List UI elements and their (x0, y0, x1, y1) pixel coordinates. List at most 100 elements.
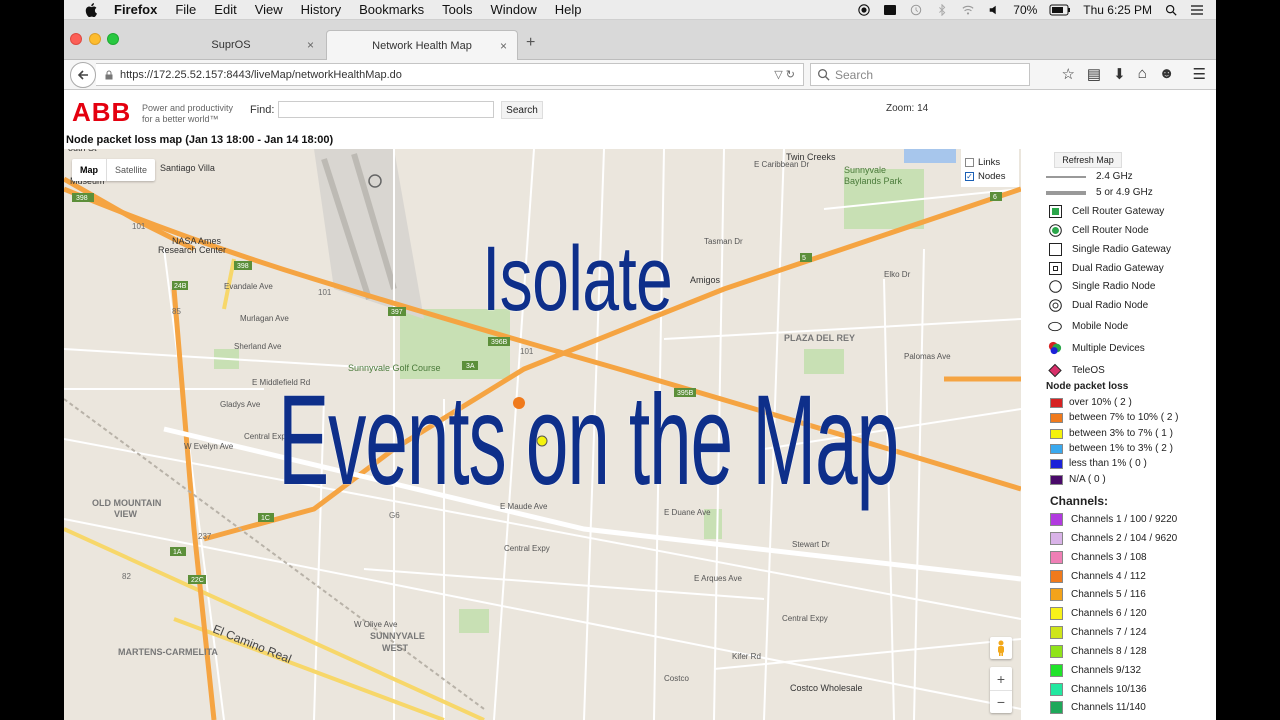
thin-link-line (1046, 175, 1086, 178)
svg-text:1A: 1A (173, 549, 182, 556)
wifi-icon[interactable] (961, 4, 975, 16)
network-map[interactable]: 398 398 397 396B 3A 395B 24B 1C 1A 22C 5… (64, 149, 1021, 720)
volume-icon[interactable] (987, 4, 1001, 16)
display-icon[interactable] (883, 4, 897, 16)
svg-text:398: 398 (237, 263, 249, 270)
find-input[interactable] (278, 101, 494, 118)
channel-row: Channels 5 / 116 (1026, 588, 1146, 601)
zoom-window-button[interactable] (107, 33, 119, 45)
svg-text:82: 82 (122, 572, 131, 581)
minimize-window-button[interactable] (89, 33, 101, 45)
legend-label: between 7% to 10% ( 2 ) (1069, 412, 1179, 423)
legend-label: Channels 8 / 128 (1071, 646, 1147, 657)
bookmark-star-icon[interactable]: ☆ (1061, 65, 1074, 83)
url-text: https://172.25.52.157:8443/liveMap/netwo… (120, 68, 402, 81)
tab-network-health-map[interactable]: Network Health Map × (326, 30, 518, 60)
search-bar[interactable]: Search (810, 63, 1030, 86)
nodes-toggle[interactable]: ✓ Nodes (965, 169, 1019, 183)
legend-label: Dual Radio Node (1072, 299, 1149, 311)
map-type-map-button[interactable]: Map (72, 159, 106, 181)
tab-label: Network Health Map (372, 39, 472, 52)
menu-help[interactable]: Help (555, 2, 582, 17)
svg-text:Central Expy: Central Expy (504, 544, 550, 553)
map-type-satellite-button[interactable]: Satellite (106, 159, 155, 181)
legend-label: over 10% ( 2 ) (1069, 397, 1132, 408)
links-toggle[interactable]: Links (965, 155, 1019, 169)
svg-text:85: 85 (172, 307, 181, 316)
tab-supros[interactable]: SuprOS × (138, 30, 324, 60)
abb-logo: ABB (72, 97, 132, 127)
new-tab-icon[interactable]: + (526, 34, 535, 52)
menu-edit[interactable]: Edit (214, 2, 236, 17)
reload-icon[interactable]: ▽ ↻ (774, 68, 795, 81)
bluetooth-icon[interactable] (935, 4, 949, 16)
legend-label: TeleOS (1072, 364, 1105, 376)
svg-text:Elko Dr: Elko Dr (884, 270, 911, 279)
battery-icon[interactable] (1049, 4, 1071, 16)
close-window-button[interactable] (70, 33, 82, 45)
back-button[interactable] (70, 62, 96, 88)
menu-history[interactable]: History (301, 2, 341, 17)
legend-link-24ghz: 2.4 GHz (1026, 171, 1133, 182)
svg-text:Murlagan Ave: Murlagan Ave (240, 314, 289, 323)
svg-text:Costco Wholesale: Costco Wholesale (790, 683, 863, 693)
search-button[interactable]: Search (501, 101, 543, 119)
park-area (459, 609, 489, 633)
loss-swatch (1050, 428, 1063, 439)
notification-center-icon[interactable] (1190, 4, 1204, 16)
reading-list-icon[interactable]: ▤ (1087, 65, 1101, 83)
svg-text:Palomas Ave: Palomas Ave (904, 352, 951, 361)
links-label: Links (978, 156, 1001, 168)
menu-window[interactable]: Window (491, 2, 537, 17)
svg-text:Research Center: Research Center (158, 245, 226, 255)
svg-text:W Olive Ave: W Olive Ave (354, 620, 398, 629)
record-icon[interactable] (857, 4, 871, 16)
close-tab-icon[interactable]: × (307, 38, 314, 52)
url-bar[interactable]: https://172.25.52.157:8443/liveMap/netwo… (96, 63, 804, 86)
close-tab-icon[interactable]: × (500, 39, 507, 53)
tab-label: SuprOS (211, 39, 251, 51)
menu-app-firefox[interactable]: Firefox (114, 2, 157, 17)
svg-text:Sunnyvale: Sunnyvale (844, 165, 886, 175)
zoom-in-button[interactable]: + (990, 667, 1012, 690)
channel-swatch (1050, 645, 1063, 658)
channel-row: Channels 1 / 100 / 9220 (1026, 513, 1177, 526)
legend-label: Single Radio Gateway (1072, 243, 1171, 255)
menu-tools[interactable]: Tools (442, 2, 472, 17)
home-icon[interactable]: ⌂ (1138, 65, 1147, 83)
dual-radio-gateway-icon (1048, 261, 1062, 275)
refresh-map-button[interactable]: Refresh Map (1054, 152, 1122, 168)
nodes-checkbox[interactable]: ✓ (965, 171, 974, 181)
svg-text:OLD MOUNTAIN: OLD MOUNTAIN (92, 498, 161, 508)
menu-bookmarks[interactable]: Bookmarks (359, 2, 424, 17)
spotlight-search-icon[interactable] (1164, 4, 1178, 16)
svg-text:Baylands Park: Baylands Park (844, 176, 903, 186)
nav-bar: https://172.25.52.157:8443/liveMap/netwo… (64, 60, 1216, 90)
menubar-clock[interactable]: Thu 6:25 PM (1083, 3, 1152, 17)
menu-view[interactable]: View (255, 2, 283, 17)
menu-file[interactable]: File (175, 2, 196, 17)
legend-label: 5 or 4.9 GHz (1096, 187, 1153, 198)
svg-text:Gladys Ave: Gladys Ave (220, 400, 261, 409)
hamburger-menu-icon[interactable]: ☰ (1193, 65, 1206, 83)
svg-text:Central Expy: Central Expy (782, 614, 828, 623)
teleos-icon (1048, 363, 1062, 377)
legend-label: Multiple Devices (1072, 342, 1145, 354)
map-title: Node packet loss map (Jan 13 18:00 - Jan… (66, 134, 334, 146)
channel-row: Channels 6 / 120 (1026, 607, 1147, 620)
apple-menu-icon[interactable] (82, 2, 100, 17)
time-machine-icon[interactable] (909, 4, 923, 16)
street-view-pegman-icon[interactable] (990, 637, 1012, 659)
channel-row: Channels 8 / 128 (1026, 645, 1147, 658)
legend-device-row: Single Radio Gateway (1026, 242, 1171, 256)
downloads-icon[interactable]: ⬇ (1113, 65, 1126, 83)
legend-device-row: Dual Radio Gateway (1026, 261, 1164, 275)
links-checkbox[interactable] (965, 157, 974, 167)
svg-text:Twin Creeks: Twin Creeks (786, 152, 836, 162)
zoom-out-button[interactable]: − (990, 690, 1012, 713)
chat-icon[interactable]: ☻ (1159, 65, 1175, 83)
svg-text:237: 237 (198, 532, 212, 541)
legend-label: Single Radio Node (1072, 280, 1156, 292)
legend-label: Channels 1 / 100 / 9220 (1071, 514, 1178, 525)
svg-text:W Evelyn Ave: W Evelyn Ave (184, 442, 234, 451)
